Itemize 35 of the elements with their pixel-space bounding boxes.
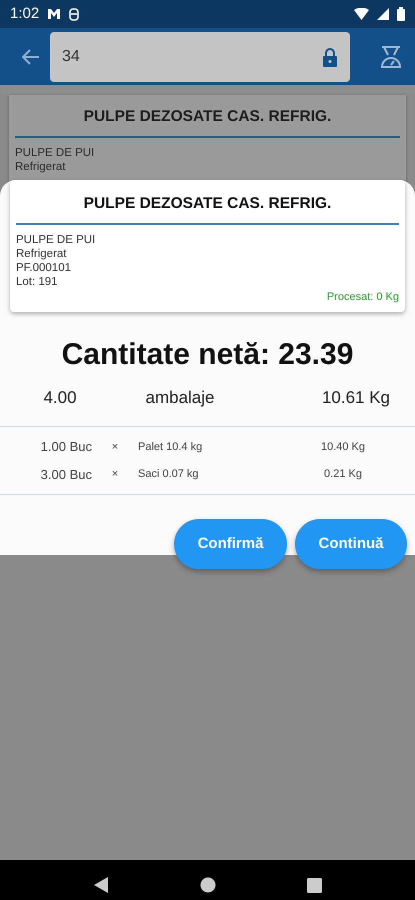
detail-line: PULPE DE PUI <box>15 146 96 160</box>
recents-icon[interactable] <box>306 878 322 892</box>
package-name: Saci 0.07 kg <box>138 467 200 482</box>
clock: 1:02 <box>10 4 40 24</box>
package-weight: 0.21 Kg <box>323 467 363 482</box>
detail-line: PULPE DE PUI <box>16 233 96 248</box>
detail-line: Refrigerat <box>15 160 66 174</box>
battery-icon <box>397 7 405 21</box>
processed-label: Procesat: 0 Kg <box>326 290 399 306</box>
back-arrow-icon[interactable] <box>22 48 40 64</box>
packages-label: ambalaje <box>144 386 216 409</box>
package-weight: 10.40 Kg <box>320 440 366 455</box>
card-title: PULPE DEZOSATE CAS. REFRIG. <box>15 105 400 138</box>
package-count: 4.00 <box>42 386 78 409</box>
net-quantity: Cantitate netă: 23.39 <box>60 336 354 373</box>
action-button[interactable]: Confirmă <box>174 519 287 570</box>
detail-line: PF.000101 <box>16 261 72 276</box>
search-field[interactable]: 34 <box>50 32 350 82</box>
package-name: Palet 10.4 kg <box>138 440 204 455</box>
detail-line: Refrigerat <box>16 247 68 262</box>
detail-line: Lot: 191 <box>16 275 59 290</box>
signal-icon <box>377 8 389 20</box>
multiply-sign: × <box>110 467 120 482</box>
scale-icon[interactable] <box>379 44 403 68</box>
card-title: PULPE DEZOSATE CAS. REFRIG. <box>16 192 399 226</box>
packages-weight: 10.61 Kg <box>320 386 390 409</box>
wifi-icon <box>354 8 369 20</box>
home-icon[interactable] <box>200 877 216 893</box>
back-icon[interactable] <box>93 876 110 894</box>
package-quantity: 3.00 Buc <box>40 466 92 484</box>
lock-icon <box>322 46 338 66</box>
action-button[interactable]: Continuă <box>295 519 407 570</box>
multiply-sign: × <box>110 440 120 455</box>
mail-icon <box>47 8 62 20</box>
package-quantity: 1.00 Buc <box>40 438 92 456</box>
